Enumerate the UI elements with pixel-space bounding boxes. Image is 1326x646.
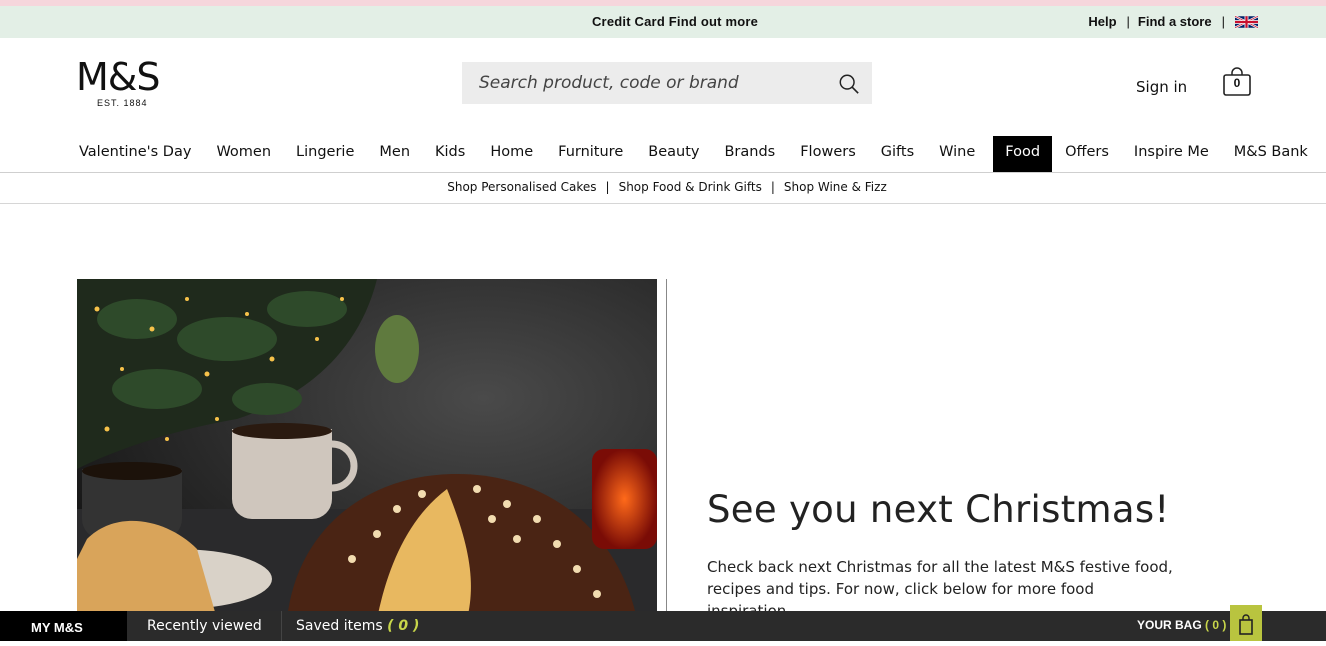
nav-item-men[interactable]: Men bbox=[372, 136, 417, 172]
nav-item-lingerie[interactable]: Lingerie bbox=[289, 136, 361, 172]
nav-item-wine[interactable]: Wine bbox=[932, 136, 982, 172]
uk-flag-icon[interactable] bbox=[1235, 14, 1258, 29]
nav-item-brands[interactable]: Brands bbox=[717, 136, 782, 172]
hero-image-panettone bbox=[77, 279, 657, 619]
subnav-link-shop-food-drink-gifts[interactable]: Shop Food & Drink Gifts bbox=[619, 180, 762, 194]
hero-food-image bbox=[77, 279, 657, 619]
separator: | bbox=[770, 180, 775, 194]
separator: | bbox=[605, 180, 610, 194]
my-ms-label: MY M&S bbox=[31, 620, 83, 635]
nav-item-home[interactable]: Home bbox=[483, 136, 540, 172]
nav-item-furniture[interactable]: Furniture bbox=[551, 136, 630, 172]
nav-item-beauty[interactable]: Beauty bbox=[641, 136, 706, 172]
saved-items-button[interactable]: Saved items ( 0 ) bbox=[296, 611, 419, 641]
saved-items-label: Saved items bbox=[296, 618, 383, 634]
subnav-link-shop-wine-fizz[interactable]: Shop Wine & Fizz bbox=[784, 180, 887, 194]
nav-item-food[interactable]: Food bbox=[993, 136, 1053, 172]
logo-tagline: EST. 1884 bbox=[97, 98, 148, 108]
nav-item-offers[interactable]: Offers bbox=[1058, 136, 1116, 172]
nav-item-inspire-me[interactable]: Inspire Me bbox=[1127, 136, 1216, 172]
your-bag-label: YOUR BAG bbox=[1137, 618, 1202, 632]
ms-logo[interactable]: M&S EST. 1884 bbox=[76, 58, 168, 108]
nav-item-gifts[interactable]: Gifts bbox=[874, 136, 921, 172]
bag-button[interactable]: 0 bbox=[1223, 67, 1251, 96]
main-navigation: Valentine's Day Women Lingerie Men Kids Home F… bbox=[72, 136, 1326, 172]
shopping-bag-icon bbox=[1239, 614, 1253, 635]
sign-in-link[interactable]: Sign in bbox=[1136, 78, 1187, 96]
content-divider bbox=[666, 279, 667, 619]
page-headline: See you next Christmas! bbox=[707, 488, 1170, 531]
your-bag-button[interactable]: YOUR BAG ( 0 ) bbox=[1137, 611, 1226, 639]
search-box bbox=[462, 62, 872, 104]
subnav-link-shop-personalised-cakes[interactable]: Shop Personalised Cakes bbox=[447, 180, 596, 194]
sticky-footer-bar: MY M&S Recently viewed Saved items ( 0 )… bbox=[0, 605, 1326, 641]
nav-item-m-s-bank[interactable]: M&S Bank bbox=[1227, 136, 1315, 172]
nav-item-women[interactable]: Women bbox=[209, 136, 278, 172]
recently-viewed-button[interactable]: Recently viewed bbox=[128, 611, 282, 641]
search-input[interactable] bbox=[462, 62, 822, 104]
help-link[interactable]: Help bbox=[1088, 14, 1116, 29]
nav-divider bbox=[0, 172, 1326, 173]
separator: | bbox=[1126, 14, 1130, 29]
find-store-link[interactable]: Find a store bbox=[1138, 14, 1212, 29]
logo-mark: M&S bbox=[76, 55, 161, 99]
bag-tab[interactable] bbox=[1230, 605, 1262, 641]
utility-bar: Credit Card Find out more Help | Find a … bbox=[0, 6, 1326, 38]
nav-item-flowers[interactable]: Flowers bbox=[793, 136, 863, 172]
my-ms-button[interactable]: MY M&S bbox=[0, 611, 127, 641]
search-icon[interactable] bbox=[838, 73, 860, 95]
saved-items-count: ( 0 ) bbox=[387, 618, 420, 634]
your-bag-count: ( 0 ) bbox=[1205, 618, 1227, 632]
food-subnav: Shop Personalised Cakes | Shop Food & Drin… bbox=[0, 180, 1326, 194]
nav-item-valentine-s-day[interactable]: Valentine's Day bbox=[72, 136, 198, 172]
nav-item-kids[interactable]: Kids bbox=[428, 136, 472, 172]
subnav-divider bbox=[0, 203, 1326, 204]
separator: | bbox=[1221, 14, 1225, 29]
credit-card-promo-link[interactable]: Credit Card Find out more bbox=[592, 14, 758, 29]
utility-links: Help | Find a store | bbox=[1088, 14, 1258, 29]
bag-count: 0 bbox=[1233, 76, 1241, 90]
